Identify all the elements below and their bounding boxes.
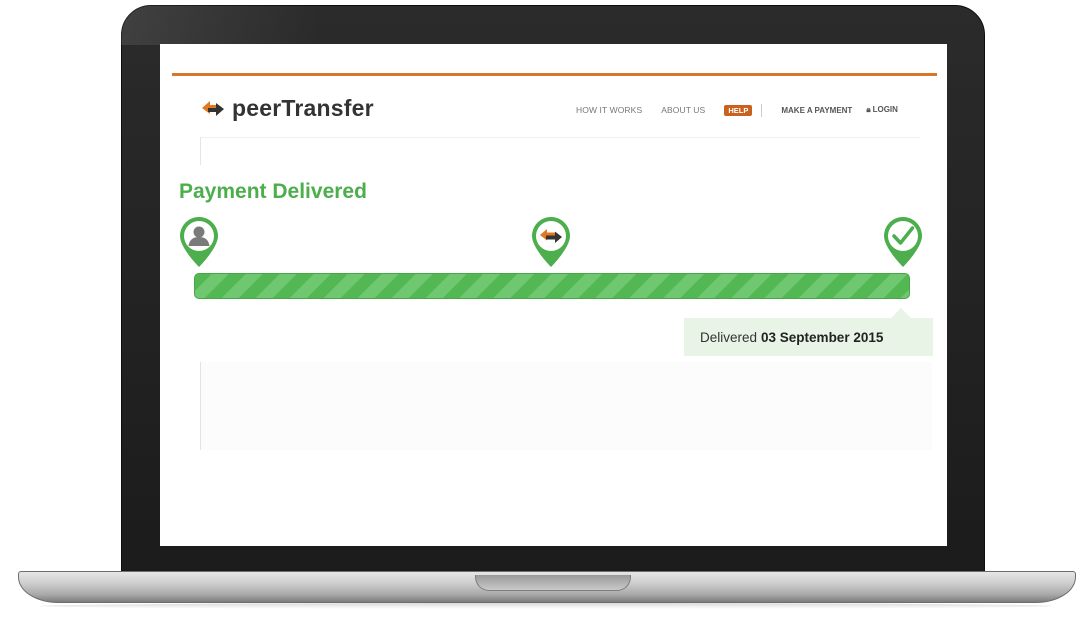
header-accent-rule	[172, 73, 937, 76]
nav-login[interactable]: 🔒︎ LOGIN	[866, 105, 898, 115]
top-nav: HOW IT WORKS ABOUT US HELP MAKE A PAYMEN…	[576, 101, 898, 119]
delivered-callout: Delivered 03 September 2015	[684, 318, 933, 356]
header-divider	[200, 137, 920, 138]
delivered-label: Delivered	[700, 329, 758, 345]
laptop-shadow	[40, 603, 1054, 609]
laptop-base-notch	[475, 575, 631, 591]
brand-logo[interactable]: peerTransfer	[200, 94, 374, 122]
brand-name: peerTransfer	[232, 94, 374, 121]
lock-icon: 🔒︎	[866, 105, 871, 114]
progress-bar	[194, 273, 910, 299]
nav-about-us[interactable]: ABOUT US	[661, 105, 705, 115]
delivered-callout-arrow	[891, 308, 911, 318]
nav-make-payment[interactable]: MAKE A PAYMENT	[781, 106, 852, 115]
page-title: Payment Delivered	[179, 180, 367, 203]
handshake-arrows-icon	[202, 101, 224, 116]
nav-help-button[interactable]: HELP	[724, 104, 753, 116]
delivered-date: 03 September 2015	[761, 329, 884, 345]
laptop-screen: peerTransfer HOW IT WORKS ABOUT US HELP …	[160, 44, 947, 546]
delivered-step-pin	[884, 217, 922, 267]
nav-login-label: LOGIN	[872, 105, 898, 114]
nav-how-it-works[interactable]: HOW IT WORKS	[576, 105, 642, 115]
details-panel	[200, 362, 932, 450]
transfer-step-pin	[532, 217, 570, 267]
nav-separator	[761, 103, 763, 117]
header-left-border	[200, 137, 201, 165]
sender-step-pin	[180, 217, 218, 267]
